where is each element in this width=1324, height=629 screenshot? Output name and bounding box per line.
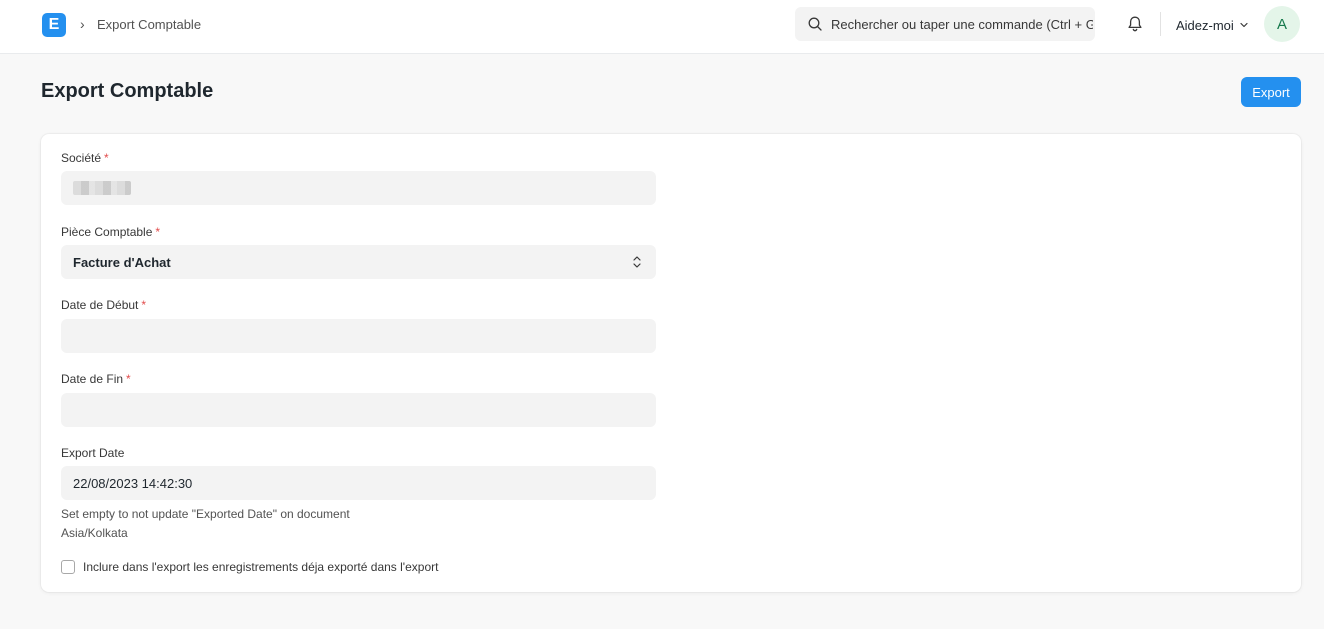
export-date-label: Export Date [61,446,125,460]
company-field[interactable] [61,171,656,205]
start-date-field[interactable] [61,319,656,353]
include-exported-label: Inclure dans l'export les enregistrement… [83,560,439,574]
help-label: Aidez-moi [1176,17,1234,33]
help-dropdown[interactable]: Aidez-moi [1176,16,1250,34]
navbar-divider [1160,12,1161,36]
required-marker: * [141,298,147,312]
export-date-help: Set empty to not update "Exported Date" … [61,507,350,521]
search-bar[interactable] [795,7,1095,41]
page-title: Export Comptable [41,80,214,102]
export-date-value: 22/08/2023 14:42:30 [73,475,193,491]
company-label: Société * [61,151,109,165]
export-button[interactable]: Export [1241,77,1301,107]
end-date-field[interactable] [61,393,656,427]
document-type-value: Facture d'Achat [73,254,171,270]
avatar[interactable]: A [1264,6,1300,42]
select-updown-icon [633,256,641,268]
bell-icon[interactable] [1125,14,1145,34]
end-date-label: Date de Fin * [61,372,131,386]
breadcrumb[interactable]: Export Comptable [97,17,201,32]
timezone-label: Asia/Kolkata [61,526,128,540]
checkbox-icon[interactable] [61,560,75,574]
search-icon [808,17,822,31]
breadcrumb-separator-icon: › [80,16,85,32]
start-date-label: Date de Début * [61,298,147,312]
document-type-label: Pièce Comptable * [61,225,161,239]
form-card: Société * Pièce Comptable * Facture d'Acha… [41,134,1301,592]
document-type-select[interactable]: Facture d'Achat [61,245,656,279]
top-navbar: E › Export Comptable Aidez-moi A [0,0,1324,54]
required-marker: * [155,225,161,239]
company-value-redacted [73,181,131,195]
required-marker: * [104,151,109,165]
export-date-field[interactable]: 22/08/2023 14:42:30 [61,466,656,500]
search-input[interactable] [831,7,1093,41]
app-logo[interactable]: E [42,13,66,37]
include-exported-row[interactable]: Inclure dans l'export les enregistrement… [61,560,438,574]
chevron-down-icon [1240,22,1248,28]
required-marker: * [126,372,131,386]
